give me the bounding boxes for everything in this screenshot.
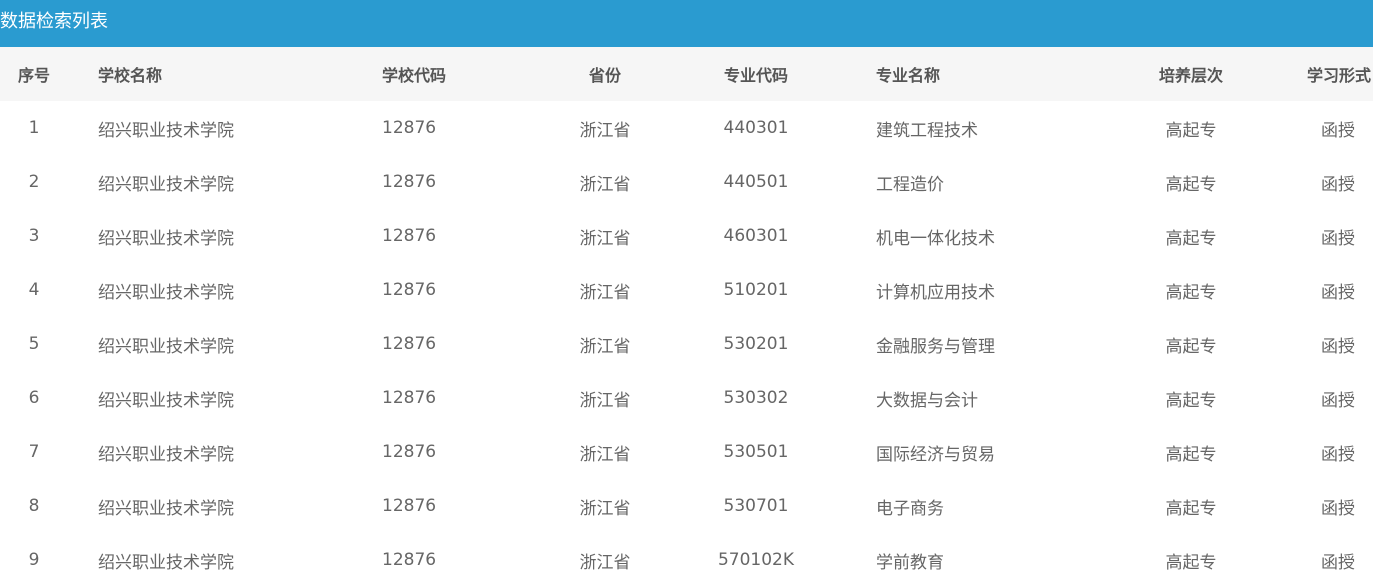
cell-major-code: 460301 [723, 226, 789, 246]
cell-province: 浙江省 [579, 174, 631, 195]
cell-major-code: 530201 [723, 334, 789, 354]
cell-index: 2 [28, 172, 40, 192]
cell-school-name: 绍兴职业技术学院 [98, 282, 234, 303]
header-province: 省份 [588, 66, 621, 85]
header-level: 培养层次 [1158, 66, 1223, 85]
cell-index: 9 [28, 550, 40, 570]
cell-index: 4 [28, 280, 40, 300]
cell-school-name: 绍兴职业技术学院 [98, 174, 234, 195]
results-table: 序号 学校名称 学校代码 省份 专业代码 专业名称 培养层次 学习形式 1 绍兴… [0, 47, 1373, 581]
table-header-row: 序号 学校名称 学校代码 省份 专业代码 专业名称 培养层次 学习形式 [0, 47, 1373, 101]
cell-major-code: 510201 [723, 280, 789, 300]
cell-school-code: 12876 [382, 550, 437, 570]
cell-school-name: 绍兴职业技术学院 [98, 390, 234, 411]
cell-school-name: 绍兴职业技术学院 [98, 336, 234, 357]
cell-major-name: 国际经济与贸易 [876, 444, 995, 465]
cell-major-code: 440501 [723, 172, 789, 192]
cell-school-code: 12876 [382, 388, 437, 408]
cell-major-name: 计算机应用技术 [876, 282, 995, 303]
table-row: 4 绍兴职业技术学院 12876 浙江省 510201 计算机应用技术 高起专 … [0, 263, 1373, 317]
cell-index: 3 [28, 226, 40, 246]
cell-school-name: 绍兴职业技术学院 [98, 552, 234, 573]
table-row: 3 绍兴职业技术学院 12876 浙江省 460301 机电一体化技术 高起专 … [0, 209, 1373, 263]
cell-major-code: 530302 [723, 388, 789, 408]
cell-index: 8 [28, 496, 40, 516]
cell-province: 浙江省 [579, 336, 631, 357]
header-major-code: 专业代码 [723, 66, 788, 85]
table-row: 9 绍兴职业技术学院 12876 浙江省 570102K 学前教育 高起专 函授 [0, 533, 1373, 581]
cell-index: 5 [28, 334, 40, 354]
panel-title: 数据检索列表 [0, 0, 1373, 47]
header-school-name: 学校名称 [98, 66, 163, 85]
cell-major-name: 金融服务与管理 [876, 336, 995, 357]
table-row: 5 绍兴职业技术学院 12876 浙江省 530201 金融服务与管理 高起专 … [0, 317, 1373, 371]
cell-index: 7 [28, 442, 40, 462]
cell-major-name: 电子商务 [876, 498, 944, 519]
cell-school-code: 12876 [382, 118, 437, 138]
cell-level: 高起专 [1165, 552, 1217, 573]
cell-major-name: 建筑工程技术 [876, 120, 978, 141]
cell-school-code: 12876 [382, 280, 437, 300]
cell-major-name: 工程造价 [876, 174, 944, 195]
cell-level: 高起专 [1165, 498, 1217, 519]
cell-major-name: 大数据与会计 [876, 390, 978, 411]
cell-school-name: 绍兴职业技术学院 [98, 498, 234, 519]
cell-study-form: 函授 [1321, 282, 1355, 303]
table-row: 2 绍兴职业技术学院 12876 浙江省 440501 工程造价 高起专 函授 [0, 155, 1373, 209]
cell-study-form: 函授 [1321, 552, 1355, 573]
table-row: 8 绍兴职业技术学院 12876 浙江省 530701 电子商务 高起专 函授 [0, 479, 1373, 533]
cell-major-code: 440301 [723, 118, 789, 138]
cell-level: 高起专 [1165, 336, 1217, 357]
cell-study-form: 函授 [1321, 336, 1355, 357]
cell-study-form: 函授 [1321, 498, 1355, 519]
cell-province: 浙江省 [579, 282, 631, 303]
cell-province: 浙江省 [579, 120, 631, 141]
cell-index: 6 [28, 388, 40, 408]
cell-level: 高起专 [1165, 444, 1217, 465]
cell-province: 浙江省 [579, 552, 631, 573]
cell-study-form: 函授 [1321, 390, 1355, 411]
cell-study-form: 函授 [1321, 444, 1355, 465]
header-study-form: 学习形式 [1306, 66, 1371, 85]
cell-major-name: 机电一体化技术 [876, 228, 995, 249]
cell-major-name: 学前教育 [876, 552, 944, 573]
cell-level: 高起专 [1165, 120, 1217, 141]
cell-province: 浙江省 [579, 498, 631, 519]
header-index: 序号 [17, 66, 50, 85]
cell-province: 浙江省 [579, 444, 631, 465]
header-major-name: 专业名称 [876, 66, 941, 85]
cell-school-code: 12876 [382, 442, 437, 462]
cell-school-code: 12876 [382, 334, 437, 354]
cell-index: 1 [28, 118, 40, 138]
table-row: 7 绍兴职业技术学院 12876 浙江省 530501 国际经济与贸易 高起专 … [0, 425, 1373, 479]
table-row: 6 绍兴职业技术学院 12876 浙江省 530302 大数据与会计 高起专 函… [0, 371, 1373, 425]
cell-school-code: 12876 [382, 226, 437, 246]
cell-level: 高起专 [1165, 282, 1217, 303]
cell-province: 浙江省 [579, 390, 631, 411]
table-row: 1 绍兴职业技术学院 12876 浙江省 440301 建筑工程技术 高起专 函… [0, 101, 1373, 155]
cell-school-code: 12876 [382, 172, 437, 192]
cell-study-form: 函授 [1321, 228, 1355, 249]
cell-level: 高起专 [1165, 228, 1217, 249]
header-school-code: 学校代码 [382, 66, 447, 85]
cell-school-code: 12876 [382, 496, 437, 516]
cell-major-code: 570102K [717, 550, 795, 570]
cell-major-code: 530701 [723, 496, 789, 516]
cell-major-code: 530501 [723, 442, 789, 462]
cell-study-form: 函授 [1321, 120, 1355, 141]
cell-study-form: 函授 [1321, 174, 1355, 195]
cell-level: 高起专 [1165, 390, 1217, 411]
data-search-panel: 数据检索列表 序号 学校名称 学校代码 省份 专业代码 专业名称 培养层次 学习… [0, 0, 1373, 581]
cell-province: 浙江省 [579, 228, 631, 249]
cell-school-name: 绍兴职业技术学院 [98, 444, 234, 465]
cell-level: 高起专 [1165, 174, 1217, 195]
cell-school-name: 绍兴职业技术学院 [98, 228, 234, 249]
cell-school-name: 绍兴职业技术学院 [98, 120, 234, 141]
